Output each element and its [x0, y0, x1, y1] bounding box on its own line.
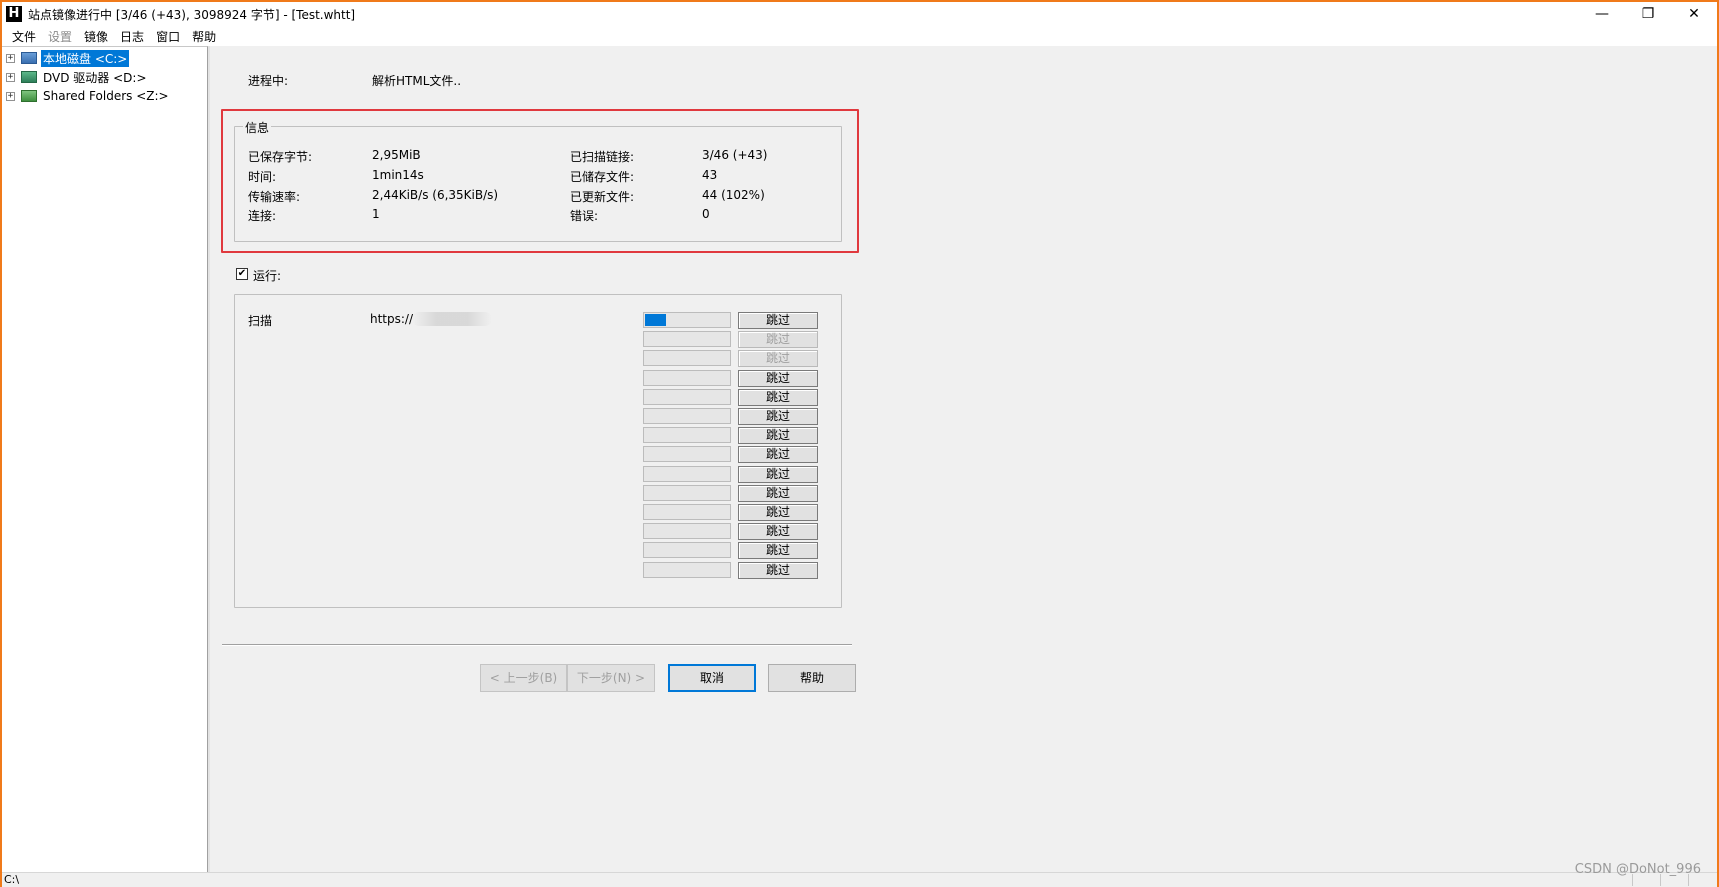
skip-button[interactable]: 跳过: [738, 312, 818, 329]
menu-item[interactable]: 窗口: [150, 28, 186, 45]
drive-tree: + 本地磁盘 <C:> + DVD 驱动器 <D:> + Shared Folders <…: [2, 46, 208, 872]
slot-progress-bar: [643, 331, 731, 348]
info-value: 3/46 (+43): [702, 148, 768, 162]
help-button[interactable]: 帮助: [768, 664, 856, 692]
slot-progress-bar: [643, 369, 731, 386]
info-value: 43: [702, 168, 718, 182]
scan-url: https://: [370, 312, 414, 326]
info-group-title: 信息: [243, 119, 272, 136]
info-label: 已保存字节:: [248, 150, 313, 164]
progress-fill: [645, 314, 666, 326]
skip-button[interactable]: 跳过: [738, 523, 818, 541]
slot-progress-bar: [643, 350, 731, 367]
skip-button[interactable]: 跳过: [738, 388, 818, 406]
info-label: 连接:: [248, 209, 277, 223]
skip-button[interactable]: 跳过: [738, 331, 818, 349]
redacted-url: [412, 312, 492, 326]
tree-item[interactable]: + DVD 驱动器 <D:>: [6, 68, 149, 86]
info-value: 2,44KiB/s (6,35KiB/s): [372, 188, 499, 202]
info-label: 已更新文件:: [570, 190, 635, 204]
info-value: 1min14s: [372, 168, 424, 182]
info-group: 信息: [234, 119, 842, 242]
skip-button[interactable]: 跳过: [738, 542, 818, 560]
skip-button[interactable]: 跳过: [738, 561, 818, 579]
dvd-drive-icon: [21, 71, 37, 83]
scan-label: 扫描: [248, 314, 273, 328]
menu-item[interactable]: 帮助: [186, 28, 222, 45]
cancel-button[interactable]: 取消: [668, 664, 756, 692]
slot-progress-bar: [643, 504, 731, 520]
slot-progress-bar: [643, 388, 731, 405]
info-label: 时间:: [248, 170, 277, 184]
app-window: H 站点镜像进行中 [3/46 (+43), 3098924 字节] - [Te…: [0, 0, 1719, 887]
window-title: 站点镜像进行中 [3/46 (+43), 3098924 字节] - [Test…: [28, 7, 356, 22]
info-label: 传输速率:: [248, 190, 301, 204]
slot-progress-bar: [643, 427, 731, 444]
info-label: 错误:: [570, 209, 599, 223]
minimize-button[interactable]: —: [1579, 2, 1625, 26]
info-label: 已储存文件:: [570, 170, 635, 184]
tree-item[interactable]: + Shared Folders <Z:>: [6, 87, 171, 105]
expand-icon[interactable]: +: [6, 91, 15, 101]
slot-progress-bar: [643, 542, 731, 559]
restore-button[interactable]: ❐: [1625, 2, 1671, 26]
menu-item[interactable]: 镜像: [78, 28, 114, 45]
slot-progress-bar: [643, 408, 731, 424]
menu-item[interactable]: 设置: [42, 28, 78, 45]
expand-icon[interactable]: +: [6, 72, 15, 82]
tree-item[interactable]: + 本地磁盘 <C:>: [6, 49, 130, 67]
close-button[interactable]: ✕: [1671, 2, 1717, 26]
skip-button[interactable]: 跳过: [738, 484, 818, 502]
next-button[interactable]: 下一步(N) >: [567, 664, 655, 692]
window-controls: — ❐ ✕: [1579, 2, 1717, 26]
slot-progress-bar: [643, 446, 731, 463]
info-value: 2,95MiB: [372, 148, 421, 162]
slot-progress-bar: [643, 312, 731, 328]
progress-value: 解析HTML文件..: [372, 74, 462, 88]
status-text: C:\: [4, 873, 20, 886]
menu-item[interactable]: 文件: [6, 28, 42, 45]
slot-progress-bar: [643, 484, 731, 501]
tree-item-label: Shared Folders <Z:>: [43, 89, 169, 103]
menu-item[interactable]: 日志: [114, 28, 150, 45]
info-label: 已扫描链接:: [570, 150, 635, 164]
httrack-logo-icon: H: [6, 6, 22, 22]
title-bar[interactable]: H 站点镜像进行中 [3/46 (+43), 3098924 字节] - [Te…: [2, 2, 1717, 26]
status-bar: C:\: [2, 872, 1717, 887]
info-value: 44 (102%): [702, 188, 765, 202]
slot-progress-bar: [643, 561, 731, 578]
run-checkbox-label: 运行:: [253, 269, 282, 283]
skip-button[interactable]: 跳过: [738, 504, 818, 521]
wizard-separator: [222, 644, 852, 646]
info-value: 0: [702, 207, 710, 221]
run-checkbox[interactable]: ✔: [236, 268, 248, 280]
tree-item-label: 本地磁盘 <C:>: [41, 49, 130, 67]
menu-bar: 文件 设置 镜像 日志 窗口 帮助: [2, 26, 1717, 46]
slot-progress-bar: [643, 465, 731, 482]
skip-button[interactable]: 跳过: [738, 408, 818, 425]
network-drive-icon: [21, 90, 37, 102]
skip-button[interactable]: 跳过: [738, 465, 818, 483]
main-panel: 进程中: 解析HTML文件.. 信息 已保存字节: 2,95MiB 时间: 1min1…: [210, 47, 1717, 872]
expand-icon[interactable]: +: [6, 53, 15, 63]
skip-button[interactable]: 跳过: [738, 446, 818, 464]
skip-button[interactable]: 跳过: [738, 350, 818, 368]
skip-button[interactable]: 跳过: [738, 369, 818, 387]
watermark: CSDN @DoNot_996: [1574, 862, 1701, 877]
progress-label: 进程中:: [248, 74, 289, 88]
hard-drive-icon: [21, 52, 37, 64]
slot-progress-bar: [643, 523, 731, 540]
skip-button[interactable]: 跳过: [738, 427, 818, 445]
back-button[interactable]: < 上一步(B): [480, 664, 567, 692]
info-value: 1: [372, 207, 380, 221]
tree-item-label: DVD 驱动器 <D:>: [43, 70, 147, 85]
